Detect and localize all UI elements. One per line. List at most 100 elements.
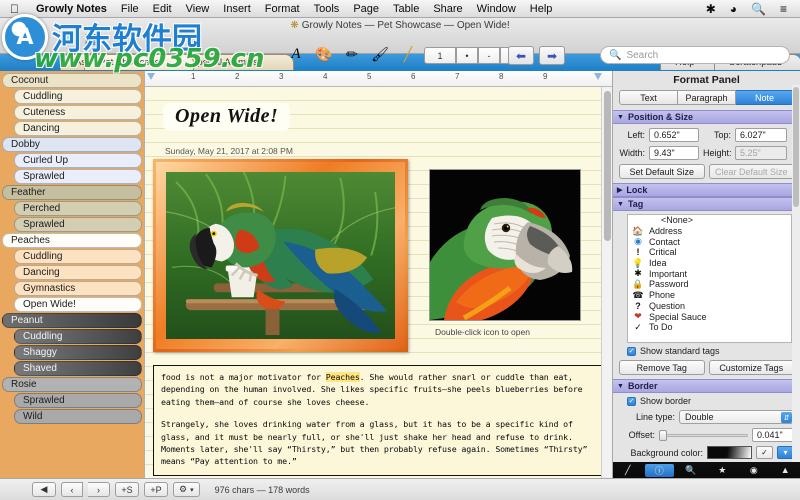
sidebar-item-dobby-sprawled[interactable]: Sprawled <box>14 169 142 184</box>
nav-forward-button[interactable]: ➡ <box>539 46 565 65</box>
background-color-swatch[interactable] <box>707 446 752 459</box>
colors-icon[interactable]: 🎨 <box>314 44 334 64</box>
star-icon[interactable]: ★ <box>708 464 738 477</box>
warning-icon[interactable]: ▲ <box>771 464 800 477</box>
sidebar-item-peaches-gymnastics[interactable]: Gymnastics <box>14 281 142 296</box>
format-panel-scrollbar[interactable] <box>792 85 800 462</box>
note-title[interactable]: Open Wide! <box>163 103 291 131</box>
menu-app-name[interactable]: Growly Notes <box>29 3 114 15</box>
sidebar-item-peaches-dancing[interactable]: Dancing <box>14 265 142 280</box>
tag-item-question[interactable]: ? Question <box>628 301 791 312</box>
horizontal-ruler[interactable]: 1 2 3 4 5 6 7 8 9 <box>145 71 612 87</box>
sidebar-item-peanut-shaved[interactable]: Shaved <box>14 361 142 376</box>
tag-item-phone[interactable]: ☎ Phone <box>628 290 791 301</box>
wifi-icon[interactable]: ◕ <box>723 2 744 16</box>
background-color-apply-button[interactable]: ✓ <box>756 446 773 459</box>
settings-gear-button[interactable]: ⚙ ▾ <box>173 482 200 497</box>
info-icon[interactable]: ⓘ <box>644 463 674 477</box>
menu-format[interactable]: Format <box>258 3 307 15</box>
next-page-button[interactable]: › <box>88 482 110 497</box>
offset-slider[interactable] <box>659 430 748 441</box>
sidebar-item-rosie-sprawled[interactable]: Sprawled <box>14 393 142 408</box>
sidebar-item-feather-perched[interactable]: Perched <box>14 201 142 216</box>
list-icon[interactable]: ≡ <box>773 2 794 16</box>
tag-item-contact[interactable]: ◉ Contact <box>628 236 791 247</box>
font-icon[interactable]: A <box>286 44 306 64</box>
tag-item-critical[interactable]: ! Critical <box>628 247 791 258</box>
customize-tags-button[interactable]: Customize Tags <box>708 360 794 375</box>
tab-note[interactable]: Note <box>736 90 794 105</box>
set-default-size-button[interactable]: Set Default Size <box>619 164 705 179</box>
sidebar-item-peaches-open-wide[interactable]: Open Wide! <box>14 297 142 312</box>
tag-item-special-sauce[interactable]: ❤ Special Sauce <box>628 311 791 322</box>
show-standard-tags-checkbox[interactable]: ✓ <box>627 346 636 356</box>
sidebar-item-peanut-shaggy[interactable]: Shaggy <box>14 345 142 360</box>
tab-pet-showcase[interactable]: Pet Showcase <box>84 54 194 70</box>
macaw-on-perch-image[interactable] <box>166 172 395 339</box>
sidebar-group-peaches[interactable]: Peaches <box>2 233 142 248</box>
menu-file[interactable]: File <box>114 3 146 15</box>
tab-text[interactable]: Text <box>619 90 678 105</box>
add-section-button[interactable]: +S <box>115 482 139 497</box>
globe-icon[interactable]: ◉ <box>739 464 769 477</box>
disclosure-triangle-open-icon[interactable]: ▼ <box>617 114 624 121</box>
sidebar-item-peaches-cuddling[interactable]: Cuddling <box>14 249 142 264</box>
sidebar-group-coconut[interactable]: Coconut <box>2 73 142 88</box>
show-standard-tags-row[interactable]: ✓ Show standard tags <box>627 346 800 356</box>
format-panel-scroll-thumb[interactable] <box>793 87 799 207</box>
menu-page[interactable]: Page <box>346 3 386 15</box>
sidebar-item-coconut-cuddling[interactable]: Cuddling <box>14 89 142 104</box>
remove-tag-button[interactable]: Remove Tag <box>619 360 705 375</box>
note-page[interactable]: Open Wide! Sunday, May 21, 2017 at 2:08 … <box>145 87 612 478</box>
menu-edit[interactable]: Edit <box>146 3 179 15</box>
search-icon[interactable]: 🔍 <box>744 2 773 16</box>
tag-item-idea[interactable]: 💡 Idea <box>628 258 791 269</box>
add-page-button[interactable]: +P <box>144 482 168 497</box>
sidebar-item-coconut-dancing[interactable]: Dancing <box>14 121 142 136</box>
grid-icon[interactable]: ▦ <box>81 29 101 49</box>
bluetooth-icon[interactable]: ✱ <box>699 2 723 16</box>
menu-help[interactable]: Help <box>523 3 560 15</box>
macaw-headshot-image[interactable] <box>429 169 581 321</box>
section-border[interactable]: ▼ Border <box>613 379 800 393</box>
parrot-photo-frame[interactable] <box>153 159 408 352</box>
notes-sidebar[interactable]: Coconut Cuddling Cuteness Dancing Dobby … <box>0 71 145 478</box>
tag-item-password[interactable]: 🔒 Password <box>628 279 791 290</box>
menu-insert[interactable]: Insert <box>216 3 258 15</box>
menu-tools[interactable]: Tools <box>307 3 347 15</box>
disclosure-triangle-open-icon[interactable]: ▼ <box>617 201 624 208</box>
apple-logo-icon[interactable]:  <box>10 2 19 16</box>
sidebar-item-dobby-curled-up[interactable]: Curled Up <box>14 153 142 168</box>
brush-icon[interactable]: 🖌 <box>370 44 390 64</box>
sidebar-item-rosie-wild[interactable]: Wild <box>14 409 142 424</box>
section-tag[interactable]: ▼ Tag <box>613 197 800 211</box>
height-field[interactable]: 5.25" <box>735 146 787 160</box>
menu-window[interactable]: Window <box>470 3 523 15</box>
sidebar-group-peanut[interactable]: Peanut <box>2 313 142 328</box>
line-type-select[interactable]: Double ⇵ <box>679 410 794 424</box>
show-border-row[interactable]: ✓ Show border <box>627 396 800 406</box>
document-scroll-thumb[interactable] <box>604 91 611 241</box>
tag-item-todo[interactable]: ✓ To Do <box>628 322 791 333</box>
highlighter-icon[interactable]: ╱ <box>398 44 418 64</box>
menu-table[interactable]: Table <box>386 3 426 15</box>
tag-item-important[interactable]: ✱ Important <box>628 268 791 279</box>
sidebar-group-rosie[interactable]: Rosie <box>2 377 142 392</box>
pen-icon[interactable]: ╱ <box>613 464 643 477</box>
pen-icon[interactable]: ✏ <box>342 44 362 64</box>
sidebar-item-feather-sprawled[interactable]: Sprawled <box>14 217 142 232</box>
show-border-checkbox[interactable]: ✓ <box>627 396 636 406</box>
search-icon[interactable]: 🔍 <box>676 464 706 477</box>
tag-list[interactable]: <None> 🏠 Address ◉ Contact ! Critical 💡 … <box>627 214 792 343</box>
search-field[interactable]: 🔍 Search <box>600 46 790 64</box>
sidebar-group-dobby[interactable]: Dobby <box>2 137 142 152</box>
section-position-size[interactable]: ▼ Position & Size <box>613 110 800 124</box>
new-note-icon[interactable]: 📑 <box>6 29 26 49</box>
dash-button[interactable]: - <box>478 47 500 64</box>
inspector-icon[interactable]: 🔎 <box>56 29 76 49</box>
bullet-button[interactable]: • <box>456 47 478 64</box>
clear-default-size-button[interactable]: Clear Default Size <box>708 164 794 179</box>
tag-item-address[interactable]: 🏠 Address <box>628 226 791 237</box>
nav-back-button[interactable]: ⬅ <box>508 46 534 65</box>
page-number-field[interactable]: 1 <box>424 47 456 64</box>
